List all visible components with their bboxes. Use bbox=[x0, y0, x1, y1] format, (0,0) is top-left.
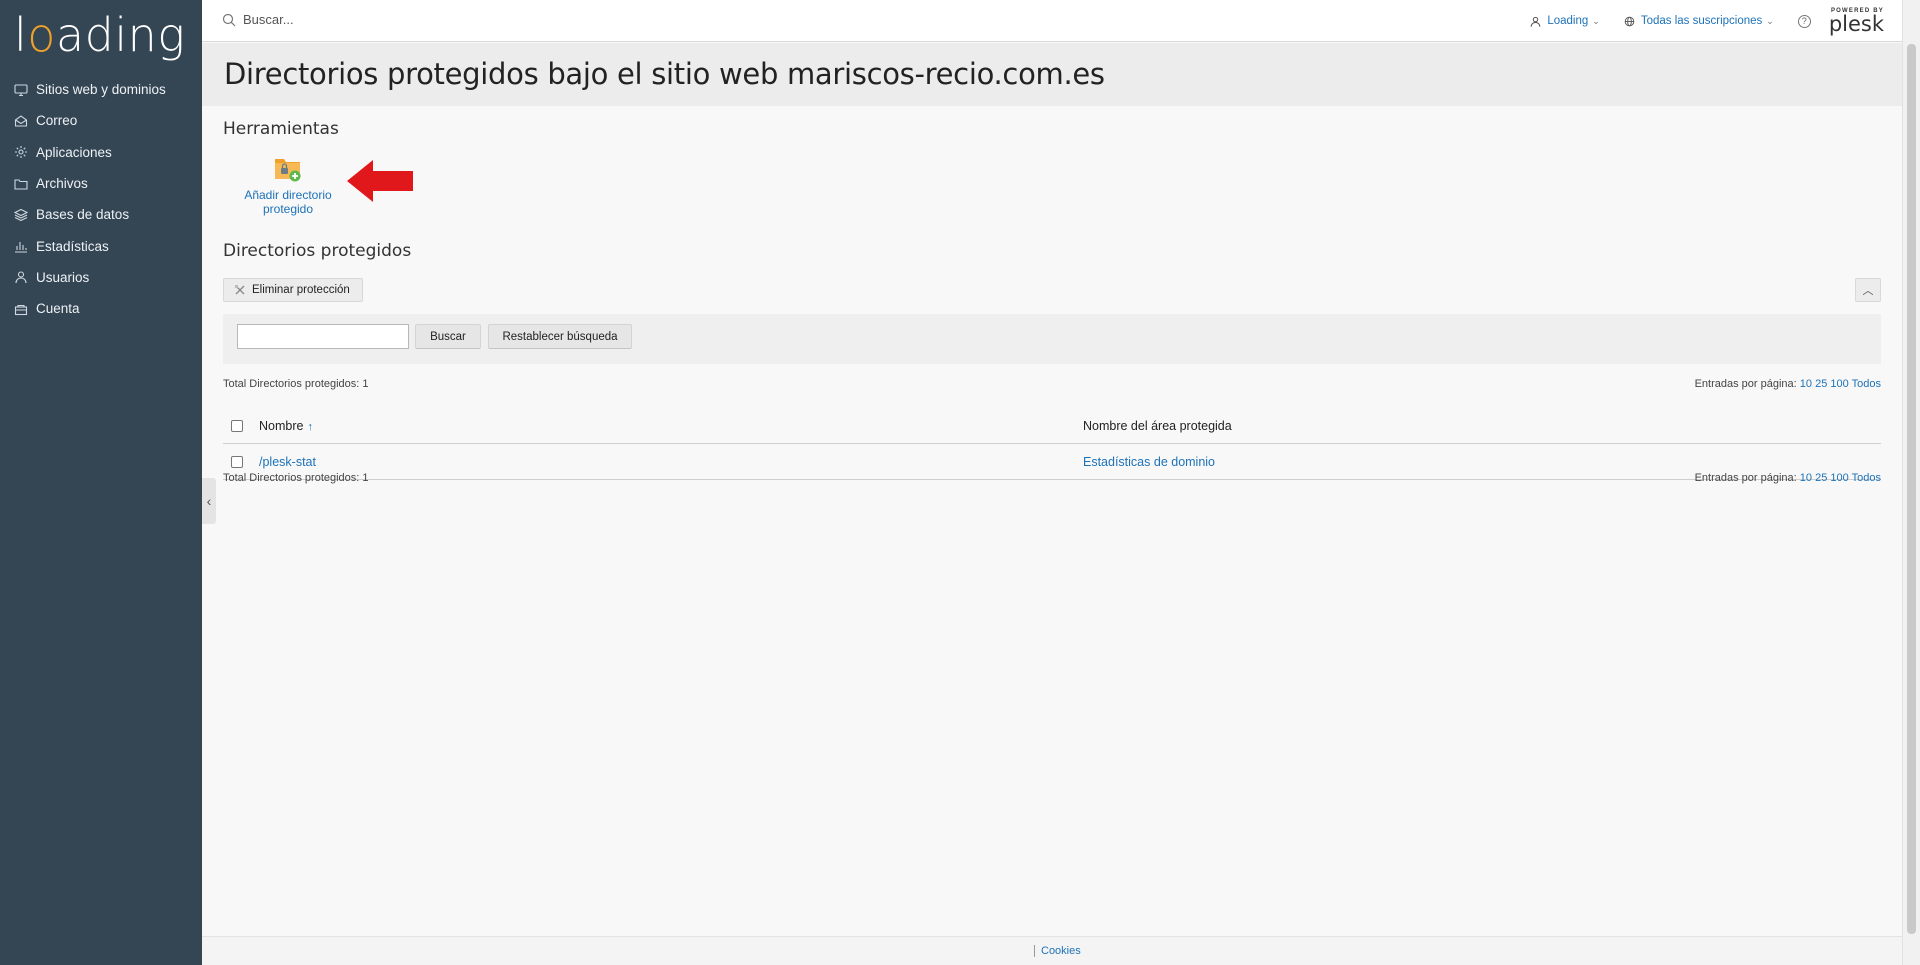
subscriptions-menu[interactable]: Todas las suscripciones ⌄ bbox=[1624, 15, 1774, 27]
gear-icon bbox=[15, 146, 27, 159]
chevron-down-icon: ⌄ bbox=[1766, 15, 1774, 26]
per-page-all[interactable]: Todos bbox=[1852, 378, 1881, 390]
logo-text-ading: ading bbox=[55, 8, 186, 62]
table-header-row: Nombre ↑ Nombre del área protegida bbox=[223, 408, 1881, 444]
logo[interactable]: loading bbox=[14, 8, 185, 62]
tools-section-title: Herramientas bbox=[223, 119, 339, 139]
user-menu[interactable]: Loading ⌄ bbox=[1530, 15, 1600, 27]
footer: Cookies bbox=[202, 936, 1902, 965]
chevron-up-icon: ︿ bbox=[1862, 285, 1874, 297]
row-name-link[interactable]: /plesk-stat bbox=[259, 455, 316, 469]
sidebar-item-files[interactable]: Archivos bbox=[0, 168, 202, 199]
user-icon bbox=[15, 271, 27, 284]
sidebar-item-label: Aplicaciones bbox=[36, 144, 112, 160]
filter-search-input[interactable] bbox=[237, 324, 409, 349]
cookies-link[interactable]: Cookies bbox=[1034, 945, 1081, 957]
protected-dirs-section-title: Directorios protegidos bbox=[223, 241, 412, 261]
sidebar-item-applications[interactable]: Aplicaciones bbox=[0, 137, 202, 168]
row-checkbox[interactable] bbox=[231, 455, 243, 468]
reset-search-button[interactable]: Restablecer búsqueda bbox=[488, 324, 632, 349]
protected-dirs-table: Nombre ↑ Nombre del área protegida /plesk… bbox=[223, 408, 1881, 480]
monitor-icon bbox=[14, 84, 28, 96]
collapse-filter-button[interactable]: ︿ bbox=[1855, 278, 1881, 302]
sidebar: loading Sitios web y dominios Correo Apl… bbox=[0, 0, 202, 965]
sidebar-item-label: Correo bbox=[36, 113, 78, 129]
sidebar-item-users[interactable]: Usuarios bbox=[0, 262, 202, 293]
page-heading: Directorios protegidos bajo el sitio web… bbox=[202, 43, 1902, 106]
sidebar-item-label: Cuenta bbox=[36, 301, 80, 317]
sidebar-item-mail[interactable]: Correo bbox=[0, 105, 202, 136]
sidebar-item-label: Bases de datos bbox=[36, 207, 130, 223]
subscriptions-label: Todas las suscripciones bbox=[1640, 15, 1763, 27]
search-button[interactable]: Buscar bbox=[415, 324, 481, 349]
logo-text-l: l bbox=[14, 8, 28, 62]
search-input[interactable] bbox=[243, 12, 543, 27]
global-search bbox=[222, 12, 543, 27]
total-count-top: Total Directorios protegidos: 1 bbox=[223, 378, 369, 390]
account-icon bbox=[14, 304, 28, 315]
plesk-text: plesk bbox=[1828, 12, 1884, 36]
sort-ascending-icon: ↑ bbox=[307, 420, 313, 433]
sidebar-item-label: Archivos bbox=[36, 176, 88, 192]
per-page-label: Entradas por página: bbox=[1694, 472, 1797, 484]
add-protected-directory-label-line1: Añadir directorio bbox=[244, 188, 332, 202]
globe-icon bbox=[1624, 16, 1635, 26]
logo-text-o: o bbox=[27, 8, 56, 62]
sidebar-item-account[interactable]: Cuenta bbox=[0, 293, 202, 324]
sidebar-collapse-handle[interactable]: ‹ bbox=[202, 478, 216, 524]
user-menu-label: Loading bbox=[1547, 15, 1589, 27]
add-protected-directory-button[interactable]: Añadir directorio protegido bbox=[233, 154, 343, 216]
per-page-100[interactable]: 100 bbox=[1830, 378, 1848, 390]
remove-icon bbox=[235, 285, 245, 295]
help-icon[interactable]: ? bbox=[1797, 14, 1811, 28]
database-icon bbox=[14, 208, 28, 221]
table-row: /plesk-stat Estadísticas de dominio bbox=[223, 444, 1881, 480]
bar-chart-icon bbox=[15, 242, 27, 253]
plesk-logo: POWERED BY plesk bbox=[1828, 8, 1884, 36]
sidebar-item-databases[interactable]: Bases de datos bbox=[0, 199, 202, 230]
sidebar-item-label: Usuarios bbox=[36, 269, 90, 285]
user-icon bbox=[1530, 16, 1541, 27]
per-page-10[interactable]: 10 bbox=[1800, 472, 1812, 484]
per-page-label: Entradas por página: bbox=[1694, 378, 1797, 390]
sidebar-item-label: Estadísticas bbox=[36, 238, 109, 254]
page-title: Directorios protegidos bajo el sitio web… bbox=[224, 57, 1105, 91]
sidebar-item-label: Sitios web y dominios bbox=[36, 82, 166, 98]
remove-protection-label: Eliminar protección bbox=[252, 284, 350, 296]
vertical-scrollbar[interactable] bbox=[1902, 0, 1920, 965]
per-page-all[interactable]: Todos bbox=[1852, 472, 1881, 484]
chevron-down-icon: ⌄ bbox=[1592, 15, 1600, 26]
per-page-25[interactable]: 25 bbox=[1815, 472, 1827, 484]
sidebar-nav: Sitios web y dominios Correo Aplicacione… bbox=[0, 74, 202, 324]
select-all-checkbox[interactable] bbox=[231, 419, 243, 432]
column-header-area[interactable]: Nombre del área protegida bbox=[1083, 419, 1232, 433]
scrollbar-thumb[interactable] bbox=[1907, 44, 1916, 934]
column-header-name[interactable]: Nombre ↑ bbox=[259, 419, 313, 433]
folder-icon bbox=[14, 178, 28, 190]
add-protected-directory-label-line2: protegido bbox=[262, 202, 314, 216]
column-header-name-label: Nombre bbox=[259, 418, 304, 433]
sidebar-item-websites[interactable]: Sitios web y dominios bbox=[0, 74, 202, 105]
red-arrow-annotation bbox=[347, 160, 413, 202]
per-page-100[interactable]: 100 bbox=[1830, 472, 1848, 484]
per-page-25[interactable]: 25 bbox=[1815, 378, 1827, 390]
per-page-top: Entradas por página: 10 25 100 Todos bbox=[1695, 378, 1881, 390]
remove-protection-button[interactable]: Eliminar protección bbox=[223, 278, 363, 302]
list-toolbar: Eliminar protección ︿ bbox=[223, 278, 1881, 304]
row-area-link[interactable]: Estadísticas de dominio bbox=[1083, 455, 1215, 469]
per-page-bottom: Entradas por página: 10 25 100 Todos bbox=[1695, 472, 1881, 484]
total-count-bottom: Total Directorios protegidos: 1 bbox=[223, 472, 369, 484]
sidebar-item-statistics[interactable]: Estadísticas bbox=[0, 230, 202, 261]
search-icon bbox=[222, 13, 236, 26]
per-page-10[interactable]: 10 bbox=[1800, 378, 1812, 390]
folder-add-icon bbox=[273, 154, 303, 184]
chevron-left-icon: ‹ bbox=[206, 493, 212, 509]
top-bar: Loading ⌄ Todas las suscripciones ⌄ ? PO… bbox=[202, 0, 1902, 42]
top-right-controls: Loading ⌄ Todas las suscripciones ⌄ ? PO… bbox=[1530, 0, 1902, 42]
mail-icon bbox=[14, 115, 28, 127]
filter-bar: Buscar Restablecer búsqueda bbox=[223, 314, 1881, 364]
